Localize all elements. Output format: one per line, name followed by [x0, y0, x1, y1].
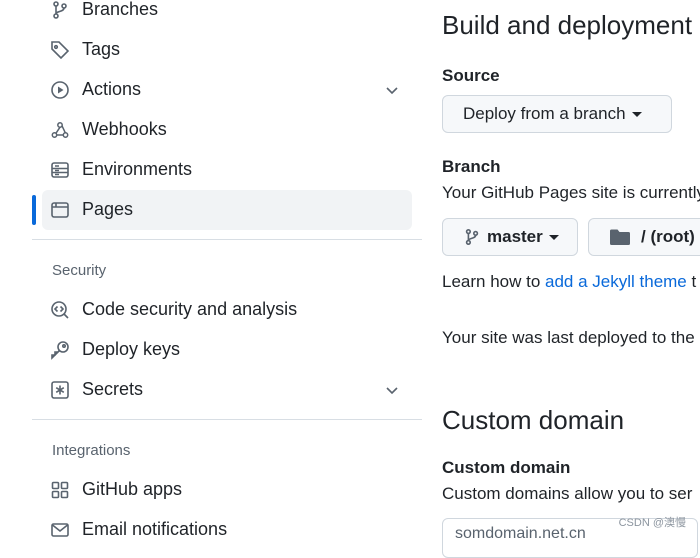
sidebar-item-secrets[interactable]: Secrets [42, 370, 412, 410]
learn-jekyll-text: Learn how to add a Jekyll theme t [442, 272, 696, 292]
section-heading-security: Security [52, 262, 107, 279]
sidebar-item-label: Tags [82, 39, 121, 59]
sidebar-item-github-apps[interactable]: GitHub apps [42, 470, 412, 510]
custom-domain-label: Custom domain [442, 458, 571, 477]
sidebar-item-label: Secrets [82, 379, 144, 399]
browser-icon [50, 200, 70, 220]
custom-domain-input-value: somdomain.net.cn [455, 525, 586, 542]
jekyll-theme-link[interactable]: add a Jekyll theme [545, 272, 687, 291]
settings-sidebar: Branches Tags Actions Webhooks Environme… [0, 0, 425, 539]
apps-icon [50, 480, 70, 500]
sidebar-item-label: GitHub apps [82, 479, 183, 499]
webhook-icon [50, 120, 70, 140]
branch-label: Branch [442, 157, 501, 176]
sidebar-item-deploy-keys[interactable]: Deploy keys [42, 330, 412, 370]
build-deployment-heading: Build and deployment [442, 10, 693, 40]
folder-select-button[interactable]: / (root) [588, 218, 700, 256]
server-icon [50, 160, 70, 180]
active-indicator [32, 195, 36, 225]
folder-select-label: / (root) [641, 227, 695, 246]
source-label: Source [442, 66, 500, 85]
branch-description: Your GitHub Pages site is currently [442, 183, 700, 202]
sidebar-item-label: Webhooks [82, 119, 167, 139]
sidebar-item-email-notifications[interactable]: Email notifications [42, 510, 412, 550]
chevron-down-icon[interactable] [384, 82, 400, 98]
mail-icon [50, 520, 70, 540]
asterisk-icon [50, 380, 70, 400]
watermark: CSDN @澳慢 [618, 517, 686, 529]
folder-icon [609, 228, 631, 246]
sidebar-item-label: Email notifications [82, 519, 228, 539]
sidebar-item-label: Branches [82, 0, 159, 19]
branch-select-button[interactable]: master [442, 218, 578, 256]
sidebar-item-label: Environments [82, 159, 193, 179]
branch-icon [50, 0, 70, 20]
sidebar-item-label: Code security and analysis [82, 299, 298, 319]
sidebar-item-webhooks[interactable]: Webhooks [42, 110, 412, 150]
sidebar-divider [32, 239, 422, 240]
source-dropdown-label: Deploy from a branch [463, 104, 626, 123]
sidebar-item-label: Deploy keys [82, 339, 181, 359]
sidebar-item-label: Actions [82, 79, 142, 99]
tag-icon [50, 40, 70, 60]
sidebar-item-environments[interactable]: Environments [42, 150, 412, 190]
learn-suffix: t [686, 272, 697, 291]
sidebar-item-branches[interactable]: Branches [42, 0, 412, 30]
sidebar-item-code-security[interactable]: Code security and analysis [42, 290, 412, 330]
section-heading-integrations: Integrations [52, 442, 131, 459]
custom-domain-heading: Custom domain [442, 405, 625, 435]
sidebar-item-pages[interactable]: Pages [42, 190, 412, 230]
caret-down-icon [631, 111, 642, 117]
play-icon [50, 80, 70, 100]
chevron-down-icon[interactable] [384, 382, 400, 398]
sidebar-item-label: Pages [82, 199, 134, 219]
branch-select-label: master [487, 227, 543, 246]
branch-icon [463, 228, 481, 246]
deploy-status-text: Your site was last deployed to the [442, 328, 695, 347]
caret-down-icon [548, 234, 559, 240]
codescan-icon [50, 300, 70, 320]
learn-prefix: Learn how to [442, 272, 546, 291]
sidebar-divider [32, 419, 422, 420]
custom-domain-description: Custom domains allow you to ser [442, 484, 693, 503]
source-dropdown-button[interactable]: Deploy from a branch [442, 95, 672, 133]
sidebar-item-tags[interactable]: Tags [42, 30, 412, 70]
sidebar-item-actions[interactable]: Actions [42, 70, 412, 110]
key-icon [50, 340, 70, 360]
